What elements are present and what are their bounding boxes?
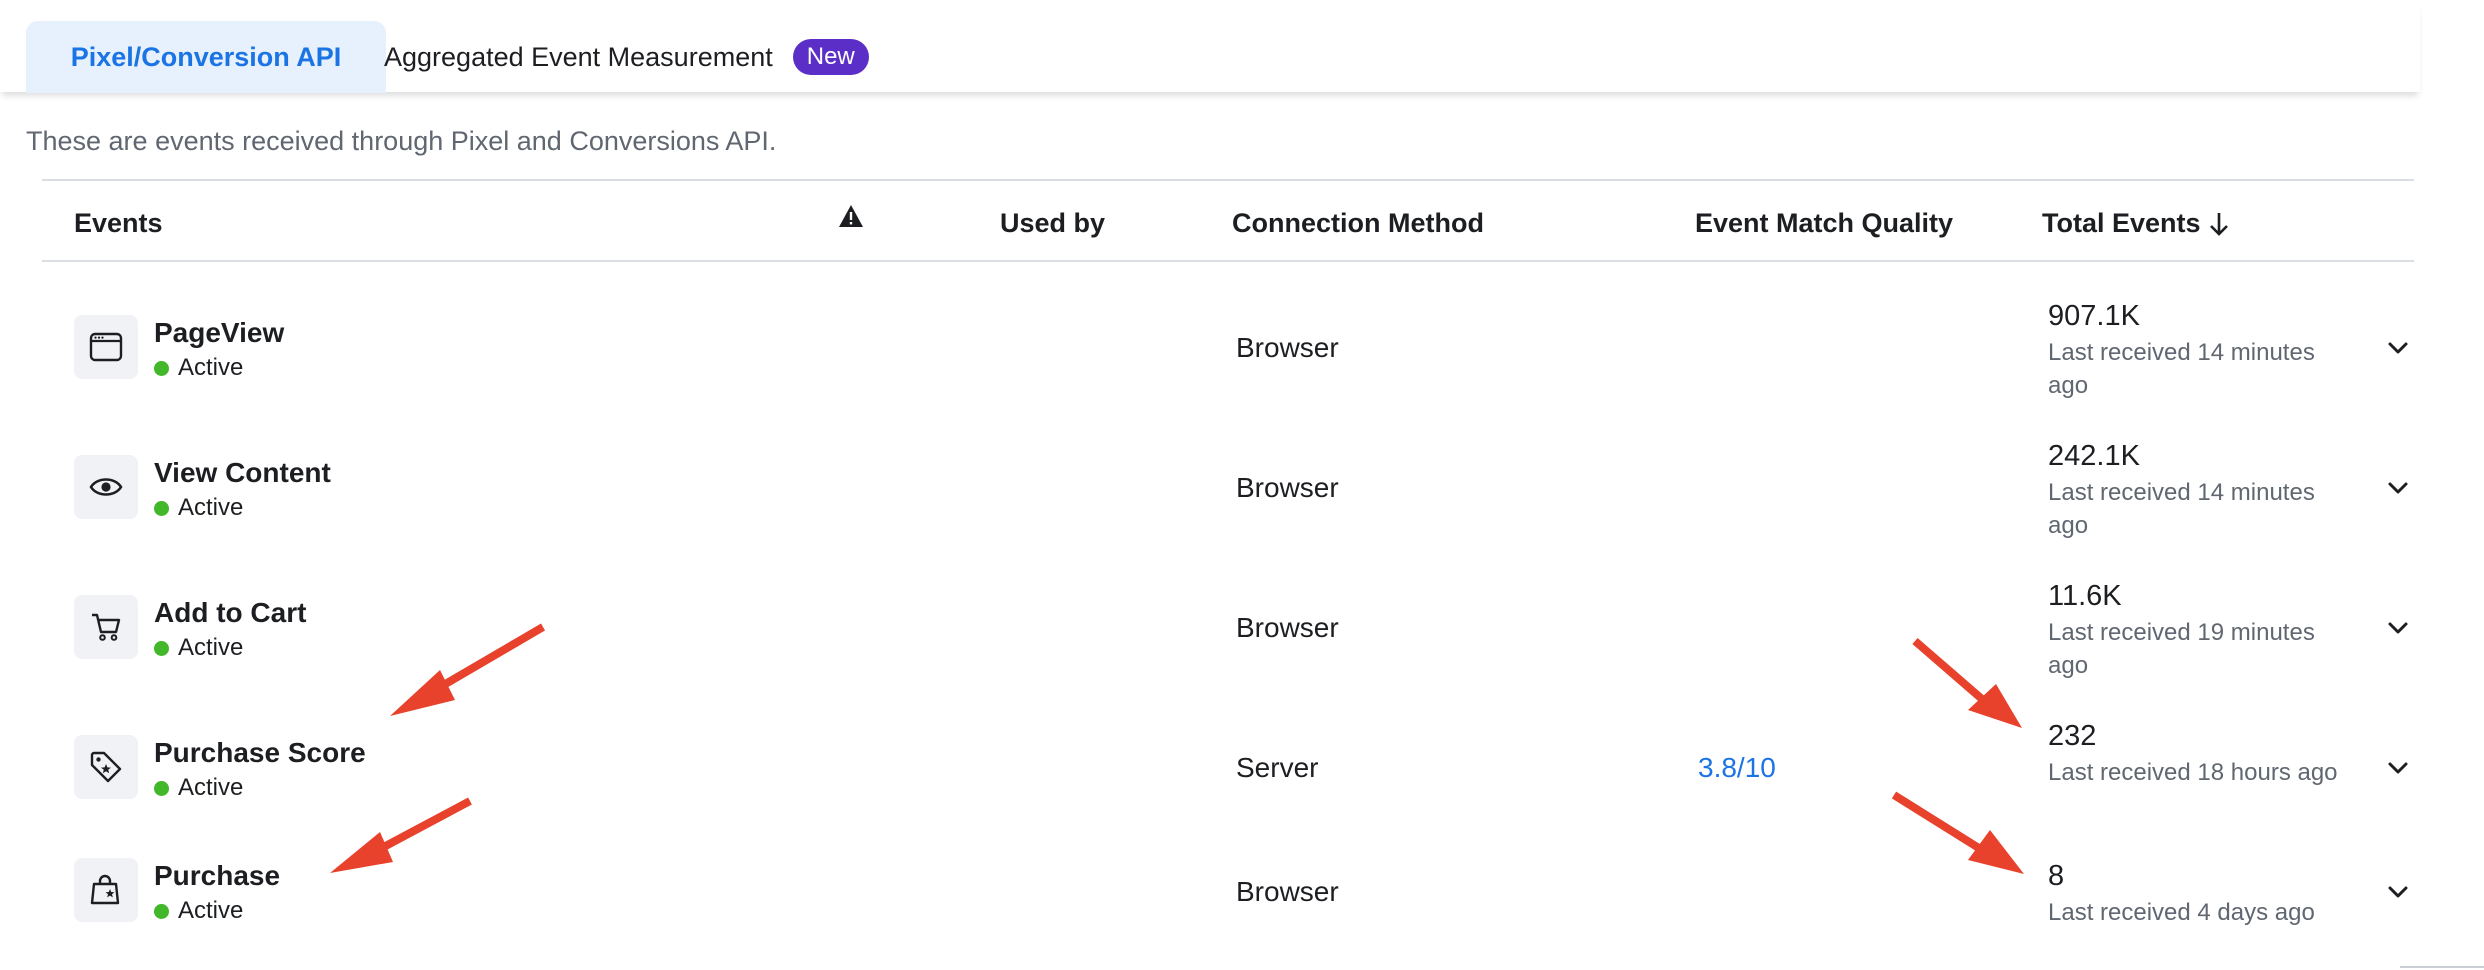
annotation-arrow <box>330 623 2024 874</box>
connection-method: Server <box>1236 752 1319 783</box>
column-header-total-events[interactable]: Total Events <box>2042 208 2231 239</box>
total-events-count: 232 <box>2048 720 2097 752</box>
tab-pixel-conversion-api[interactable]: Pixel/Conversion API <box>26 21 386 93</box>
status-indicator: Active <box>154 774 243 802</box>
total-events-count: 8 <box>2048 860 2065 892</box>
event-name: Purchase Score <box>154 737 366 768</box>
column-header-event-match-quality: Event Match Quality <box>1695 208 1954 238</box>
last-received-time: Last received 14 minutes ago <box>2048 339 2315 399</box>
tab-label: Pixel/Conversion API <box>70 41 342 72</box>
event-name: Add to Cart <box>154 597 307 628</box>
chevron-down-icon[interactable] <box>2382 612 2414 644</box>
status-indicator: Active <box>154 354 243 382</box>
total-events-count: 242.1K <box>2048 440 2140 472</box>
connection-method: Browser <box>1236 332 1339 363</box>
tab-label: Aggregated Event Measurement <box>384 41 773 72</box>
status-label: Active <box>178 354 244 381</box>
connection-method: Browser <box>1236 612 1339 643</box>
last-received-time: Last received 19 minutes ago <box>2048 619 2315 679</box>
price-tag-icon <box>74 735 138 799</box>
total-events-count: 11.6K <box>2048 580 2122 612</box>
sort-down-arrow-icon <box>2209 212 2228 236</box>
status-indicator: Active <box>154 634 243 662</box>
eye-icon <box>74 455 138 519</box>
shopping-bag-icon <box>74 858 138 922</box>
page-description: These are events received through Pixel … <box>26 126 777 156</box>
status-label: Active <box>178 634 244 661</box>
chevron-down-icon[interactable] <box>2382 876 2414 908</box>
tab-aggregated-event-measurement[interactable]: Aggregated Event Measurement New <box>384 21 869 93</box>
column-header-used-by: Used by <box>1000 208 1106 238</box>
status-label: Active <box>178 774 244 801</box>
last-received-time: Last received 14 minutes ago <box>2048 479 2315 539</box>
table-header-divider <box>42 260 2414 262</box>
event-name: Purchase <box>154 860 281 891</box>
column-header-total-events-label: Total Events <box>2042 208 2201 238</box>
warning-icon <box>838 204 864 235</box>
column-header-connection-method: Connection Method <box>1232 208 1484 238</box>
last-received-time: Last received 18 hours ago <box>2048 759 2338 786</box>
active-dot <box>154 780 169 796</box>
scroll-edge <box>2400 966 2484 970</box>
browser-window-icon <box>74 315 138 379</box>
cart-icon <box>74 595 138 659</box>
chevron-down-icon[interactable] <box>2382 472 2414 504</box>
status-indicator: Active <box>154 494 243 522</box>
active-dot <box>154 640 169 656</box>
event-match-quality-score[interactable]: 3.8/10 <box>1698 752 1776 784</box>
status-label: Active <box>178 494 244 521</box>
column-header-events: Events <box>74 208 163 238</box>
new-badge: New <box>792 39 869 75</box>
last-received-time: Last received 4 days ago <box>2048 899 2315 926</box>
chevron-down-icon[interactable] <box>2382 332 2414 364</box>
connection-method: Browser <box>1236 876 1339 907</box>
event-name: PageView <box>154 317 285 348</box>
active-dot <box>154 360 169 376</box>
tab-bar: Pixel/Conversion API Aggregated Event Me… <box>0 0 2420 93</box>
active-dot <box>154 500 169 516</box>
connection-method: Browser <box>1236 472 1339 503</box>
active-dot <box>154 903 169 919</box>
status-label: Active <box>178 897 244 924</box>
total-events-count: 907.1K <box>2048 300 2140 332</box>
chevron-down-icon[interactable] <box>2382 752 2414 784</box>
table-top-divider <box>42 179 2414 181</box>
event-name: View Content <box>154 457 331 488</box>
status-indicator: Active <box>154 897 243 925</box>
